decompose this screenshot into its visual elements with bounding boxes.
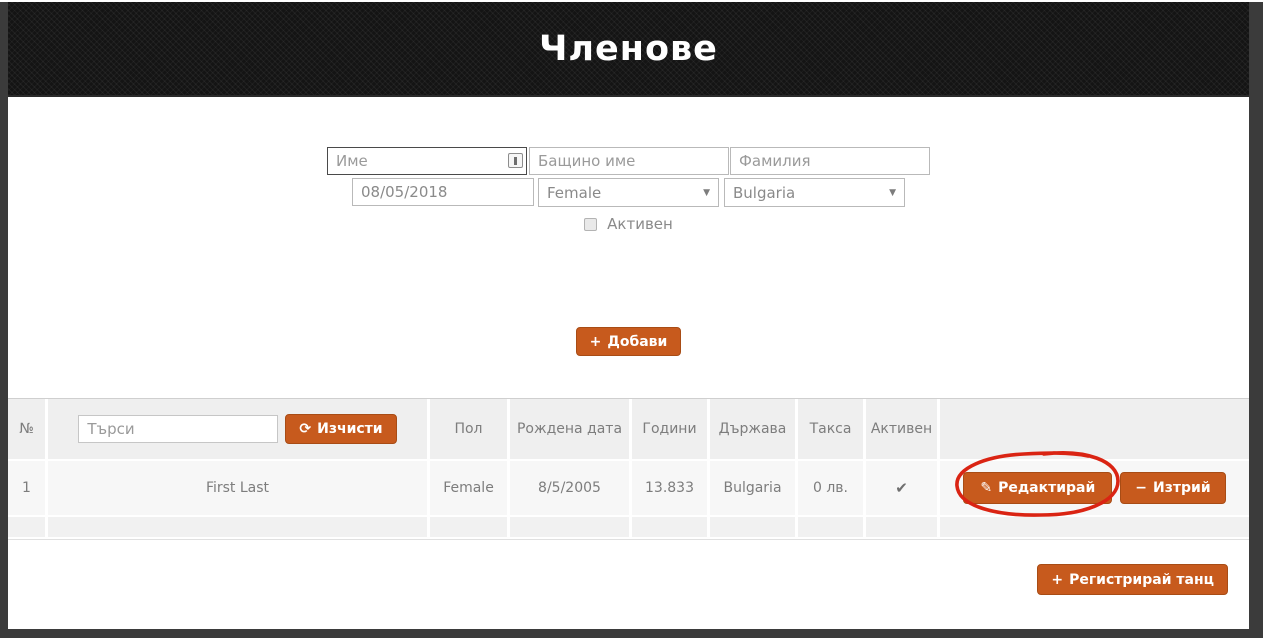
birth-date-input[interactable] [352, 178, 534, 206]
column-header-number: № [8, 399, 48, 459]
country-select[interactable]: Bulgaria ▼ [724, 178, 905, 207]
column-header-actions [940, 399, 1249, 459]
active-checkbox-row: Активен [8, 215, 1249, 233]
family-name-input[interactable] [730, 147, 930, 175]
cell-number: 1 [8, 461, 48, 515]
column-header-birth-date: Рождена дата [510, 399, 632, 459]
cell-country: Bulgaria [710, 461, 798, 515]
delete-button[interactable]: − Изтрий [1120, 472, 1225, 504]
chevron-down-icon: ▼ [889, 188, 896, 198]
members-table: № ⟳ Изчисти Пол Рождена дата Години Държ… [8, 398, 1249, 540]
table-row: 1 First Last Female 8/5/2005 13.833 Bulg… [8, 461, 1249, 517]
refresh-icon: ⟳ [299, 421, 311, 437]
table-header-row: № ⟳ Изчисти Пол Рождена дата Години Държ… [8, 399, 1249, 461]
clear-search-button[interactable]: ⟳ Изчисти [285, 414, 396, 444]
cell-actions: ✎ Редактирай − Изтрий [940, 461, 1249, 515]
register-dance-label: Регистрирай танц [1069, 572, 1214, 588]
page-header: Членове [8, 2, 1249, 97]
page-title: Членове [539, 29, 718, 69]
cell-fee: 0 лв. [798, 461, 866, 515]
country-select-value: Bulgaria [733, 184, 795, 202]
search-input[interactable] [78, 415, 278, 443]
clear-search-label: Изчисти [317, 421, 383, 437]
delete-button-label: Изтрий [1153, 480, 1211, 496]
column-header-gender: Пол [430, 399, 510, 459]
plus-icon: + [590, 334, 602, 350]
column-header-country: Държава [710, 399, 798, 459]
middle-name-input[interactable] [529, 147, 729, 175]
table-footer-row [8, 517, 1249, 539]
gender-select-value: Female [547, 184, 601, 202]
member-form: Female ▼ Bulgaria ▼ Активен + Добави [8, 97, 1249, 356]
column-header-age: Години [632, 399, 710, 459]
first-name-wrapper [327, 147, 527, 175]
cell-age: 13.833 [632, 461, 710, 515]
pencil-icon: ✎ [980, 480, 992, 496]
cell-name: First Last [48, 461, 430, 515]
members-page: Членове Female ▼ Bulgaria ▼ Активен [8, 2, 1249, 629]
name-fields-row [8, 147, 1249, 175]
minus-icon: − [1135, 480, 1147, 496]
edit-button-label: Редактирай [998, 480, 1095, 496]
cell-gender: Female [430, 461, 510, 515]
add-button[interactable]: + Добави [576, 327, 682, 356]
add-button-label: Добави [607, 334, 667, 350]
details-fields-row: Female ▼ Bulgaria ▼ [8, 178, 1249, 207]
check-icon: ✔ [895, 479, 908, 497]
chevron-down-icon: ▼ [703, 188, 710, 198]
register-button-row: + Регистрирай танц [8, 564, 1249, 595]
register-dance-button[interactable]: + Регистрирай танц [1037, 564, 1228, 595]
cell-birth-date: 8/5/2005 [510, 461, 632, 515]
column-header-name: ⟳ Изчисти [48, 399, 430, 459]
column-header-active: Активен [866, 399, 940, 459]
column-header-fee: Такса [798, 399, 866, 459]
cell-active: ✔ [866, 461, 940, 515]
active-checkbox-label: Активен [607, 215, 673, 233]
plus-icon: + [1051, 572, 1063, 588]
edit-button[interactable]: ✎ Редактирай [963, 472, 1112, 504]
add-button-row: + Добави [8, 327, 1249, 356]
gender-select[interactable]: Female ▼ [538, 178, 719, 207]
first-name-input[interactable] [327, 147, 527, 175]
active-checkbox[interactable] [584, 218, 597, 231]
autofill-icon[interactable] [508, 153, 523, 168]
